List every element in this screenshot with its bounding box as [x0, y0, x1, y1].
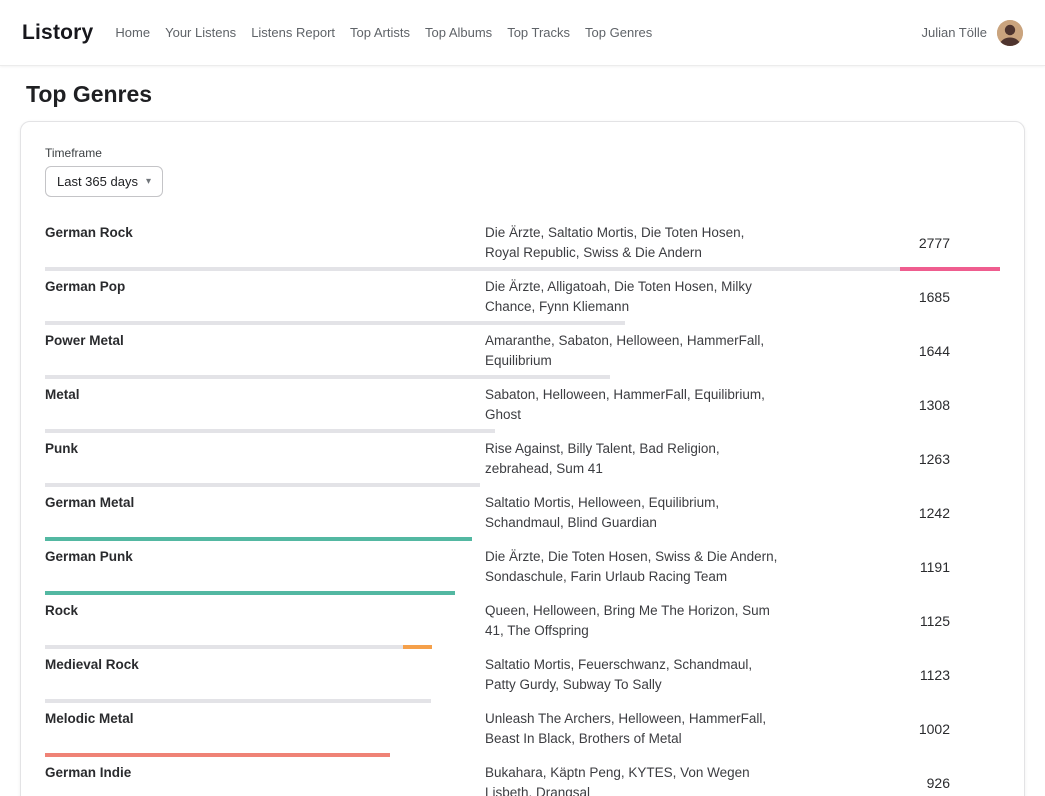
genre-count: 1308 [795, 395, 1000, 415]
genre-count: 2777 [795, 233, 1000, 253]
genre-count: 1644 [795, 341, 1000, 361]
genre-count: 1242 [795, 503, 1000, 523]
genre-count: 1191 [795, 557, 1000, 577]
genre-bar-segment [45, 645, 403, 649]
timeframe-value: Last 365 days [57, 174, 138, 189]
genre-row: Melodic MetalUnleash The Archers, Hellow… [45, 709, 1000, 757]
genre-artists: Bukahara, Käptn Peng, KYTES, Von Wegen L… [485, 763, 795, 796]
genre-bar-segment [45, 321, 625, 325]
timeframe-select[interactable]: Last 365 days ▾ [45, 166, 163, 197]
genre-row: Power MetalAmaranthe, Sabaton, Helloween… [45, 331, 1000, 379]
genre-bar [45, 321, 1000, 325]
genre-bar-segment [403, 645, 432, 649]
genre-row: German MetalSaltatio Mortis, Helloween, … [45, 493, 1000, 541]
genre-artists: Die Ärzte, Die Toten Hosen, Swiss & Die … [485, 547, 795, 587]
user-avatar[interactable] [997, 20, 1023, 46]
genre-bar [45, 753, 1000, 757]
genre-bar [45, 375, 1000, 379]
genre-row: MetalSabaton, Helloween, HammerFall, Equ… [45, 385, 1000, 433]
genre-row: PunkRise Against, Billy Talent, Bad Reli… [45, 439, 1000, 487]
genre-count: 1002 [795, 719, 1000, 739]
genre-name: Power Metal [45, 331, 485, 351]
genre-name: Rock [45, 601, 485, 621]
genre-bar [45, 483, 1000, 487]
genre-bar [45, 537, 1000, 541]
genre-name: German Metal [45, 493, 485, 513]
genre-count: 1125 [795, 611, 1000, 631]
genre-row: German PunkDie Ärzte, Die Toten Hosen, S… [45, 547, 1000, 595]
genre-artists: Queen, Helloween, Bring Me The Horizon, … [485, 601, 795, 641]
genre-name: Melodic Metal [45, 709, 485, 729]
genre-artists: Rise Against, Billy Talent, Bad Religion… [485, 439, 795, 479]
genre-bar-segment [45, 591, 455, 595]
genre-artists: Unleash The Archers, Helloween, HammerFa… [485, 709, 795, 749]
genre-row: Medieval RockSaltatio Mortis, Feuerschwa… [45, 655, 1000, 703]
genre-artists: Die Ärzte, Alligatoah, Die Toten Hosen, … [485, 277, 795, 317]
genre-name: Medieval Rock [45, 655, 485, 675]
nav-item-listens-report[interactable]: Listens Report [251, 25, 335, 40]
genre-artists: Sabaton, Helloween, HammerFall, Equilibr… [485, 385, 795, 425]
genre-artists: Saltatio Mortis, Helloween, Equilibrium,… [485, 493, 795, 533]
genre-bar-segment [45, 483, 480, 487]
nav-item-top-artists[interactable]: Top Artists [350, 25, 410, 40]
genre-name: Metal [45, 385, 485, 405]
genre-bar [45, 429, 1000, 433]
genre-name: Punk [45, 439, 485, 459]
app-logo[interactable]: Listory [22, 21, 93, 45]
genre-row: RockQueen, Helloween, Bring Me The Horiz… [45, 601, 1000, 649]
top-navbar: Listory Home Your Listens Listens Report To… [0, 0, 1045, 66]
nav-item-your-listens[interactable]: Your Listens [165, 25, 236, 40]
genre-bar-segment [45, 375, 610, 379]
genre-row: German RockDie Ärzte, Saltatio Mortis, D… [45, 223, 1000, 271]
chevron-down-icon: ▾ [146, 177, 151, 187]
nav-item-top-tracks[interactable]: Top Tracks [507, 25, 570, 40]
genre-artists: Amaranthe, Sabaton, Helloween, HammerFal… [485, 331, 795, 371]
nav-item-home[interactable]: Home [115, 25, 150, 40]
genre-row: German IndieBukahara, Käptn Peng, KYTES,… [45, 763, 1000, 796]
avatar-image [997, 20, 1023, 46]
genre-name: German Indie [45, 763, 485, 783]
genre-bar-segment [45, 753, 390, 757]
nav-item-top-albums[interactable]: Top Albums [425, 25, 492, 40]
nav-item-top-genres[interactable]: Top Genres [585, 25, 652, 40]
genre-count: 1123 [795, 665, 1000, 685]
genre-bar-segment [900, 267, 1000, 271]
genre-bar-segment [45, 537, 472, 541]
genre-count: 1263 [795, 449, 1000, 469]
genre-bar [45, 267, 1000, 271]
genre-artists: Saltatio Mortis, Feuerschwanz, Schandmau… [485, 655, 795, 695]
genre-name: German Punk [45, 547, 485, 567]
nav-links: Home Your Listens Listens Report Top Artist… [115, 25, 921, 40]
genre-list: German RockDie Ärzte, Saltatio Mortis, D… [45, 223, 1000, 796]
genre-artists: Die Ärzte, Saltatio Mortis, Die Toten Ho… [485, 223, 795, 263]
user-menu[interactable]: Julian Tölle [921, 20, 1023, 46]
genre-count: 1685 [795, 287, 1000, 307]
genre-name: German Rock [45, 223, 485, 243]
genre-bar-segment [45, 267, 900, 271]
genre-bar-segment [45, 699, 431, 703]
top-genres-card: Timeframe Last 365 days ▾ German RockDie… [20, 121, 1025, 796]
genre-row: German PopDie Ärzte, Alligatoah, Die Tot… [45, 277, 1000, 325]
user-name: Julian Tölle [921, 25, 987, 40]
genre-bar-segment [45, 429, 495, 433]
genre-name: German Pop [45, 277, 485, 297]
genre-count: 926 [795, 773, 1000, 793]
genre-bar [45, 591, 1000, 595]
timeframe-label: Timeframe [45, 146, 1000, 160]
genre-bar [45, 645, 1000, 649]
genre-bar [45, 699, 1000, 703]
page-title: Top Genres [26, 81, 1019, 108]
